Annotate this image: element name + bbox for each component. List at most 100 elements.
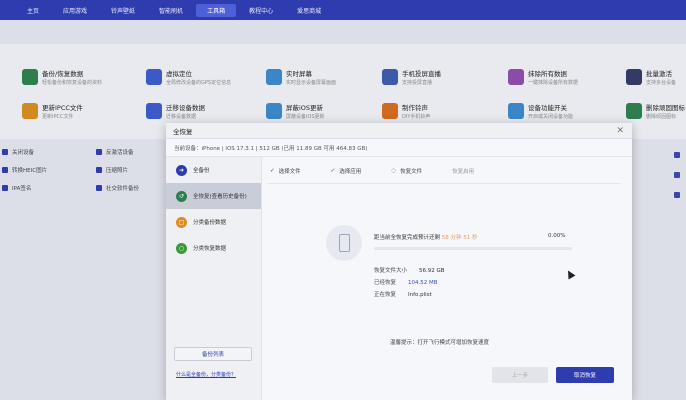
tool-item[interactable]: 实时屏幕实时显示设备屏幕画面	[266, 64, 386, 90]
tool-item[interactable]: 屏蔽iOS更新 屏蔽设备iOS更新	[266, 98, 386, 124]
close-icon[interactable]: ✕	[616, 126, 624, 136]
tool-desc: 全局修改设备的GPS定位信息	[166, 80, 232, 86]
left-feature-item[interactable]: IPA签名	[2, 184, 31, 192]
tool-icon	[382, 103, 398, 119]
stat-value: 56.92 GB	[419, 268, 445, 274]
tool-title: 批量激活	[646, 70, 672, 78]
cancel-restore-button[interactable]: 取消恢复	[556, 367, 614, 383]
tool-icon	[382, 69, 398, 85]
sidebar-item[interactable]: □ 分类备份数据	[166, 209, 261, 235]
sidebar-item-icon: ○	[176, 242, 187, 254]
feature-label: 社交软件备份	[106, 186, 140, 192]
tool-title: 删除顽固图标	[646, 104, 685, 112]
left-feature-item[interactable]: 压缩照片	[96, 166, 128, 174]
sidebar-item-label: 分类备份数据	[193, 220, 227, 226]
stat-row: 恢复文件大小 56.92 GB	[374, 266, 445, 274]
feature-icon	[2, 149, 8, 155]
step-indicator: ✓ 选择文件 ✓ 选择应用 ◌ 恢复文件 恢复启用	[270, 167, 504, 175]
step-label: 恢复文件	[400, 169, 423, 175]
prev-button[interactable]: 上一步	[492, 367, 548, 383]
nav-item-0[interactable]: 主页	[16, 4, 50, 17]
stat-label: 已经恢复	[374, 280, 397, 286]
nav-item-6[interactable]: 爱思商城	[286, 4, 332, 17]
tool-desc: 开启或关闭设备功能	[528, 114, 574, 120]
tool-item[interactable]: 抹除所有数据一键抹除设备所有数据	[508, 64, 628, 90]
tool-item[interactable]: 虚拟定位全局修改设备的GPS定位信息	[146, 64, 266, 90]
device-info: 当前设备：iPhone | iOS 17.3.1 | 512 GB (已用 11…	[166, 139, 632, 157]
left-feature-item[interactable]: 社交软件备份	[96, 184, 139, 192]
feature-icon	[96, 185, 102, 191]
tool-title: 屏蔽iOS更新	[286, 104, 324, 112]
dialog-sidebar: ➜ 全备份 ↺ 全恢复(查看历史备份) □ 分类备份数据 ○ 分类恢复数据 备份列表 什么是全…	[166, 157, 262, 400]
tool-desc: 实时显示设备屏幕画面	[286, 80, 337, 86]
left-feature-item[interactable]: 关闭设备	[2, 148, 34, 156]
tool-title: 更新IPCC文件	[42, 104, 83, 112]
tool-item[interactable]: 备份/恢复数据 轻松备份和恢复设备的资料	[22, 64, 142, 90]
step-item: 恢复启用	[452, 167, 474, 175]
check-icon: ✓	[270, 168, 275, 174]
feature-label: 压缩照片	[106, 168, 129, 174]
tool-icon	[508, 69, 524, 85]
tool-icon	[22, 69, 38, 85]
tool-icon	[508, 103, 524, 119]
nav-item-1[interactable]: 应用游戏	[52, 4, 98, 17]
tool-desc: 支持多台设备	[646, 80, 677, 86]
tool-item[interactable]: 设备功能开关 开启或关闭设备功能	[508, 98, 628, 124]
nav-item-2[interactable]: 铃声壁纸	[100, 4, 146, 17]
tool-item[interactable]: 迁移设备数据 迁移设备数据	[146, 98, 266, 124]
tool-desc: 轻松备份和恢复设备的资料	[42, 80, 103, 86]
sidebar-item-label: 全恢复(查看历史备份)	[193, 194, 247, 200]
step-item: ✓ 选择文件	[270, 167, 301, 175]
sidebar-item-icon: □	[176, 216, 187, 228]
feature-icon[interactable]	[674, 152, 680, 158]
left-feature-item[interactable]: 转换HEIC图片	[2, 166, 47, 174]
feature-icon	[96, 167, 102, 173]
nav-item-4[interactable]: 工具箱	[196, 3, 237, 17]
tool-item[interactable]: 更新IPCC文件 更新IPCC文件	[22, 98, 142, 124]
tool-item[interactable]: 删除顽固图标 删除顽固图标	[626, 98, 686, 124]
tool-title: 手机投屏直播	[402, 70, 441, 78]
tool-title: 制作铃声	[402, 104, 428, 112]
tool-icon	[626, 103, 642, 119]
feature-icon[interactable]	[674, 192, 680, 198]
tool-desc: 迁移设备数据	[166, 114, 197, 120]
spinner-icon: ◌	[391, 168, 397, 174]
backup-list-button[interactable]: 备份列表	[174, 347, 252, 361]
remaining-time: 58 分钟 51 秒	[441, 235, 478, 241]
step-label: 恢复启用	[452, 169, 475, 175]
stat-value: Info.plist	[408, 292, 432, 298]
tool-icon	[146, 69, 162, 85]
feature-icon	[2, 185, 8, 191]
tool-title: 抹除所有数据	[528, 70, 567, 78]
restore-dialog: 全恢复 ✕ 当前设备：iPhone | iOS 17.3.1 | 512 GB …	[166, 123, 632, 400]
tool-icon	[626, 69, 642, 85]
tool-desc: 更新IPCC文件	[42, 114, 74, 120]
tool-item[interactable]: 手机投屏直播 支持投屏直播	[382, 64, 502, 90]
step-item: ✓ 选择应用	[331, 167, 362, 175]
nav-item-3[interactable]: 智能刷机	[148, 4, 194, 17]
feature-label: 转换HEIC图片	[12, 168, 48, 174]
tool-desc: 删除顽固图标	[646, 114, 677, 120]
tool-desc: 一键抹除设备所有数据	[528, 80, 579, 86]
stat-row: 已经恢复 104.52 MB	[374, 278, 438, 286]
stat-row: 正在恢复 Info.plist	[374, 290, 432, 298]
tool-icon	[22, 103, 38, 119]
feature-icon[interactable]	[674, 172, 680, 178]
left-feature-item[interactable]: 反激活设备	[96, 148, 134, 156]
nav-item-5[interactable]: 教程中心	[238, 4, 284, 17]
tool-icon	[146, 103, 162, 119]
progress-label: 距当前全恢复完成预计还剩 58 分钟 51 秒	[374, 235, 478, 241]
tool-icon	[266, 103, 282, 119]
tool-item[interactable]: 批量激活支持多台设备	[626, 64, 686, 90]
tool-title: 实时屏幕	[286, 70, 312, 78]
sidebar-item[interactable]: ○ 分类恢复数据	[166, 235, 261, 261]
help-link[interactable]: 什么是全备份，分类备份？	[176, 371, 236, 378]
sidebar-item[interactable]: ↺ 全恢复(查看历史备份)	[166, 183, 261, 209]
tool-title: 虚拟定位	[166, 70, 192, 78]
step-divider	[268, 183, 620, 184]
sidebar-item-icon: ➜	[176, 164, 187, 176]
sidebar-item[interactable]: ➜ 全备份	[166, 157, 261, 183]
tool-item[interactable]: 制作铃声 DIY手机铃声	[382, 98, 502, 124]
tool-desc: DIY手机铃声	[402, 114, 431, 120]
sidebar-item-label: 分类恢复数据	[193, 246, 227, 252]
